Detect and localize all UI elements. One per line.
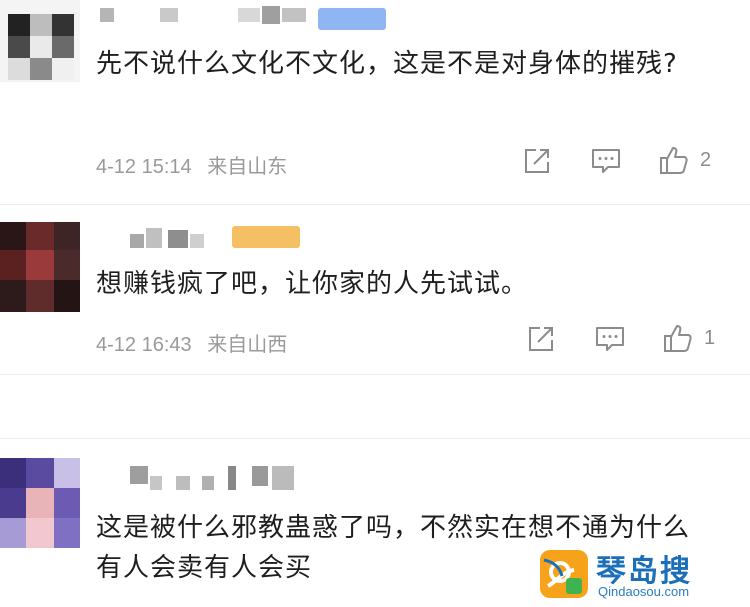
- comment-icon: [596, 327, 624, 351]
- avatar[interactable]: [0, 222, 80, 312]
- qindaosou-logo-icon: [540, 550, 588, 598]
- reply-button[interactable]: [594, 324, 626, 354]
- watermark-logo: 琴岛搜 Qindaosou.com: [538, 544, 748, 606]
- comment-location: 来自山东: [207, 156, 288, 178]
- share-button[interactable]: [522, 146, 552, 176]
- comment-icon: [592, 149, 620, 173]
- like-icon: [660, 147, 688, 174]
- watermark-url: Qindaosou.com: [598, 584, 690, 599]
- like-icon: [664, 325, 692, 352]
- vip-badge: [318, 8, 386, 30]
- share-icon: [525, 149, 549, 173]
- comment-text: 先不说什么文化不文化，这是不是对身体的摧残?: [96, 49, 678, 79]
- divider: [0, 374, 750, 375]
- like-button[interactable]: 2: [658, 144, 711, 176]
- reply-button[interactable]: [590, 146, 622, 176]
- divider: [0, 204, 750, 205]
- comment-item: 先不说什么文化不文化，这是不是对身体的摧残? 4-12 15:14 来自山东 2: [0, 0, 750, 200]
- like-count: 1: [704, 326, 716, 349]
- like-count: 2: [700, 148, 712, 171]
- vip-badge: [232, 226, 300, 248]
- avatar[interactable]: [0, 0, 80, 82]
- share-button[interactable]: [526, 324, 556, 354]
- comment-location: 来自山西: [207, 334, 288, 356]
- divider: [0, 438, 750, 439]
- comment-meta: 4-12 16:43 来自山西: [96, 328, 287, 357]
- comment-text: 想赚钱疯了吧，让你家的人先试试。: [96, 269, 529, 299]
- comment-item: 想赚钱疯了吧，让你家的人先试试。 4-12 16:43 来自山西 1: [0, 218, 750, 378]
- comment-meta: 4-12 15:14 来自山东: [96, 150, 287, 179]
- comment-date: 4-12 16:43: [96, 334, 192, 356]
- like-button[interactable]: 1: [662, 322, 715, 354]
- share-icon: [529, 327, 553, 351]
- avatar[interactable]: [0, 458, 80, 548]
- comment-date: 4-12 15:14: [96, 156, 192, 178]
